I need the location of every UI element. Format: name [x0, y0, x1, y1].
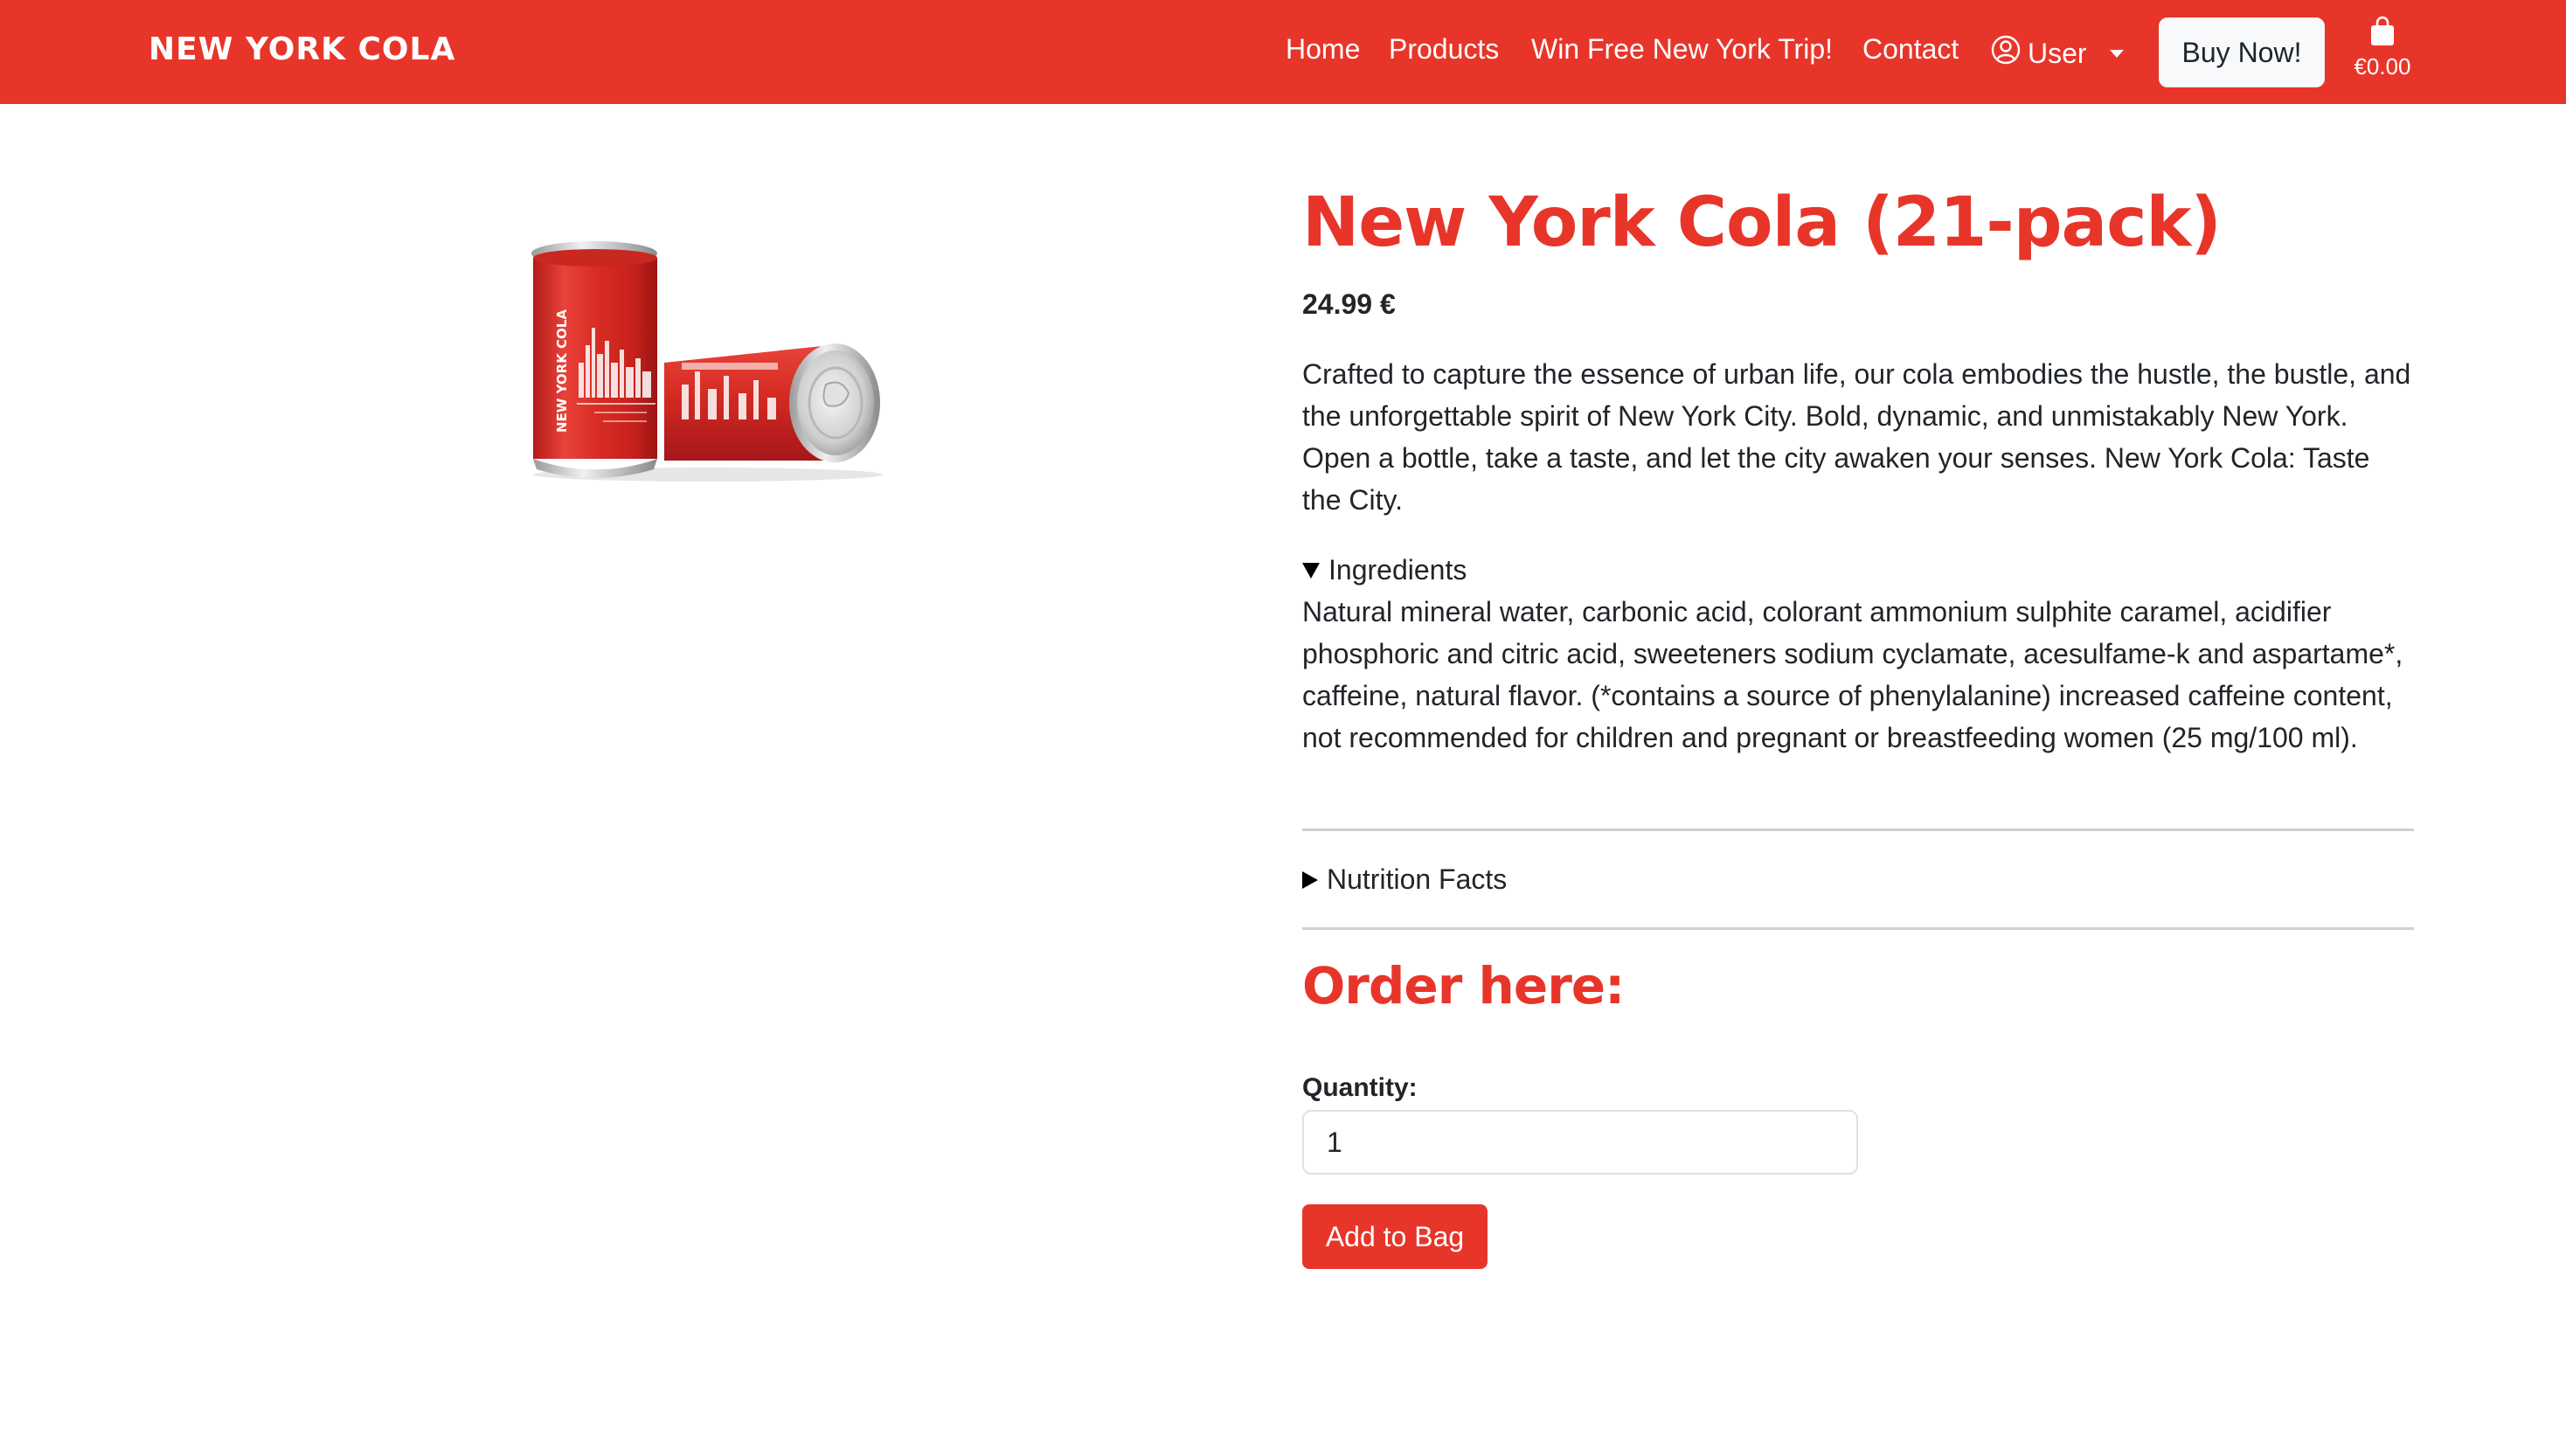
user-label: User — [2028, 37, 2087, 69]
shopping-bag-link[interactable]: €0.00 — [2348, 16, 2417, 89]
ingredients-label: Ingredients — [1328, 554, 1467, 586]
divider — [1302, 927, 2414, 930]
product-price: 24.99 € — [1302, 288, 1396, 320]
product-title: New York Cola (21-pack) — [1302, 184, 2222, 262]
nav-link-products[interactable]: Products — [1389, 33, 1499, 66]
user-circle-icon — [1991, 35, 2021, 72]
can-label-text: NEW YORK COLA — [554, 309, 570, 433]
ingredients-text: Natural mineral water, carbonic acid, co… — [1302, 596, 2403, 753]
shopping-bag-icon — [2368, 16, 2396, 52]
quantity-input[interactable] — [1302, 1110, 1858, 1175]
divider — [1302, 829, 2414, 831]
product-description: Crafted to capture the essence of urban … — [1302, 358, 2411, 516]
product-image: NEW YORK COLA — [524, 232, 891, 494]
nutrition-facts-toggle[interactable]: Nutrition Facts — [1302, 863, 1507, 896]
nav-link-contact[interactable]: Contact — [1862, 33, 1959, 66]
buy-now-button[interactable]: Buy Now! — [2159, 17, 2325, 87]
ingredients-toggle[interactable]: Ingredients — [1302, 554, 1467, 586]
nav-link-home[interactable]: Home — [1286, 33, 1360, 66]
add-to-bag-button[interactable]: Add to Bag — [1302, 1204, 1488, 1269]
caret-down-icon — [2109, 49, 2124, 58]
user-dropdown[interactable]: User — [1991, 33, 2124, 73]
bag-total: €0.00 — [2354, 53, 2411, 80]
brand-logo[interactable]: NEW YORK COLA — [149, 31, 455, 67]
order-heading: Order here: — [1302, 956, 1625, 1016]
nutrition-facts-label: Nutrition Facts — [1327, 863, 1508, 895]
nav-link-win-trip[interactable]: Win Free New York Trip! — [1531, 33, 1833, 66]
triangle-right-icon — [1302, 870, 1318, 889]
triangle-down-icon — [1302, 562, 1320, 579]
navbar: NEW YORK COLA Home Products Win Free New… — [0, 0, 2566, 104]
quantity-label: Quantity: — [1302, 1073, 1418, 1102]
